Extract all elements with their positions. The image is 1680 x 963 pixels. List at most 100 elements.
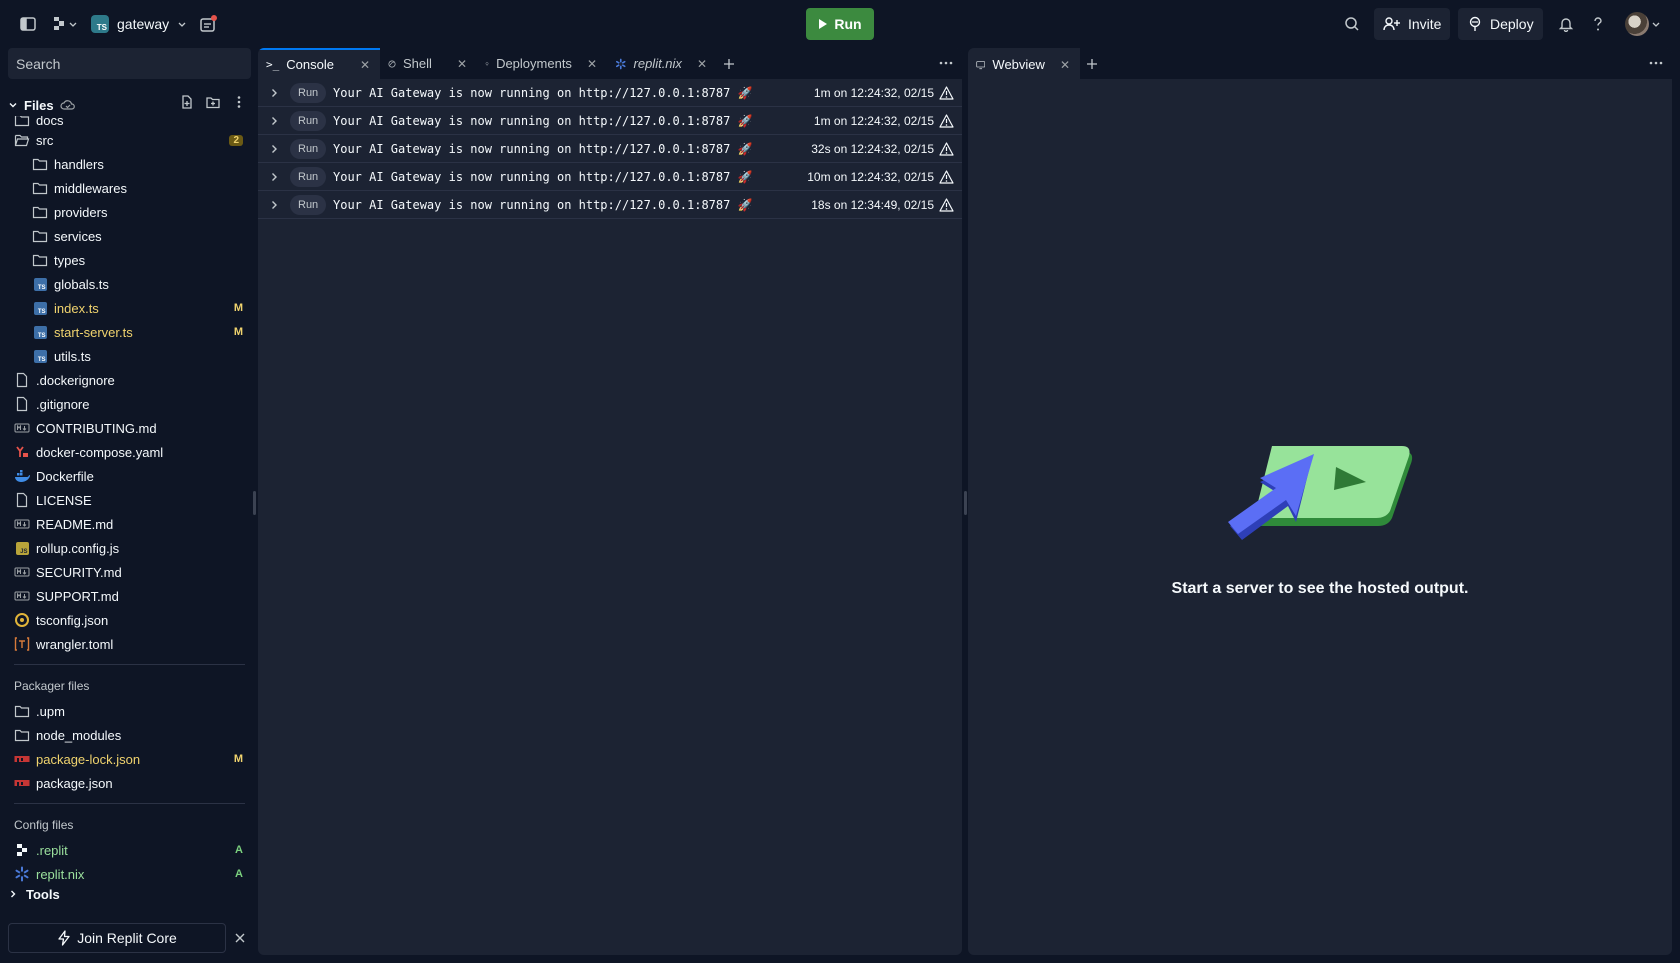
folder-row[interactable]: providers xyxy=(8,200,251,224)
file-row[interactable]: .gitignore xyxy=(8,392,251,416)
add-tab-button[interactable] xyxy=(1080,48,1104,79)
file-row[interactable]: package.json xyxy=(8,771,251,795)
chevron-down-icon[interactable] xyxy=(1650,12,1662,36)
new-file-icon[interactable] xyxy=(179,94,195,110)
folder-row[interactable]: .upm xyxy=(8,699,251,723)
warning-icon[interactable] xyxy=(939,86,954,100)
log-row[interactable]: Run Your AI Gateway is now running on htt… xyxy=(258,163,962,191)
folder-row[interactable]: handlers xyxy=(8,152,251,176)
deploy-button[interactable]: Deploy xyxy=(1458,8,1543,40)
more-options-icon[interactable] xyxy=(1648,55,1664,71)
pane-resize-handle[interactable] xyxy=(964,491,967,515)
close-tab-icon[interactable]: ✕ xyxy=(360,58,370,72)
log-row[interactable]: Run Your AI Gateway is now running on htt… xyxy=(258,135,962,163)
help-icon[interactable] xyxy=(1586,12,1610,36)
sidebar-toggle-icon[interactable] xyxy=(16,12,40,36)
file-row[interactable]: LICENSE xyxy=(8,488,251,512)
tools-section-header[interactable]: Tools xyxy=(8,882,251,906)
search-input[interactable]: Search xyxy=(8,48,251,79)
search-icon[interactable] xyxy=(1340,12,1364,36)
bell-icon[interactable] xyxy=(1554,12,1578,36)
file-row[interactable]: TS start-server.ts M xyxy=(8,320,251,344)
file-row[interactable]: TS index.ts M xyxy=(8,296,251,320)
file-row[interactable]: README.md xyxy=(8,512,251,536)
folder-row[interactable]: src 2 xyxy=(8,128,251,152)
webview-tab-bar: Webview ✕ xyxy=(968,48,1672,79)
folder-row[interactable]: types xyxy=(8,248,251,272)
close-tab-icon[interactable]: ✕ xyxy=(587,57,597,71)
file-row[interactable]: SUPPORT.md xyxy=(8,584,251,608)
run-tag: Run xyxy=(290,195,327,215)
file-icon xyxy=(14,396,30,412)
git-status-badge: M xyxy=(233,753,243,765)
tab-deployments[interactable]: Deployments ✕ xyxy=(477,48,607,79)
warning-icon[interactable] xyxy=(939,170,954,184)
log-row[interactable]: Run Your AI Gateway is now running on htt… xyxy=(258,191,962,219)
file-row[interactable]: Dockerfile xyxy=(8,464,251,488)
file-name: start-server.ts xyxy=(54,324,133,340)
tab-console[interactable]: >_ Console ✕ xyxy=(258,48,380,79)
folder-row[interactable]: node_modules xyxy=(8,723,251,747)
chevron-right-icon[interactable] xyxy=(268,171,280,183)
close-tab-icon[interactable]: ✕ xyxy=(697,57,707,71)
log-row[interactable]: Run Your AI Gateway is now running on htt… xyxy=(258,107,962,135)
folder-name: middlewares xyxy=(54,180,127,196)
file-row[interactable]: CONTRIBUTING.md xyxy=(8,416,251,440)
history-icon[interactable] xyxy=(196,12,220,36)
log-timestamp: 18s on 12:34:49, 02/15 xyxy=(811,198,934,212)
webview-empty-message: Start a server to see the hosted output. xyxy=(1171,580,1469,597)
file-row[interactable]: wrangler.toml xyxy=(8,632,251,656)
file-row[interactable]: package-lock.json M xyxy=(8,747,251,771)
warning-icon[interactable] xyxy=(939,142,954,156)
warning-icon[interactable] xyxy=(939,114,954,128)
avatar[interactable] xyxy=(1625,12,1649,36)
kebab-menu-icon[interactable] xyxy=(231,94,247,110)
sidebar-resize-handle[interactable] xyxy=(253,491,256,515)
log-row[interactable]: Run Your AI Gateway is now running on htt… xyxy=(258,79,962,107)
file-name: README.md xyxy=(36,516,114,532)
tab-replit-nix[interactable]: replit.nix ✕ xyxy=(607,48,717,79)
tab-label: Webview xyxy=(992,57,1045,72)
add-tab-button[interactable] xyxy=(717,48,741,79)
chevron-right-icon xyxy=(11,890,16,898)
new-folder-icon[interactable] xyxy=(205,94,221,110)
file-row[interactable]: tsconfig.json xyxy=(8,608,251,632)
file-row[interactable]: TS globals.ts xyxy=(8,272,251,296)
run-button[interactable]: Run xyxy=(806,8,874,40)
join-replit-core-button[interactable]: Join Replit Core xyxy=(8,923,226,953)
folder-name: services xyxy=(54,228,102,244)
webview-pane: Webview ✕ Start a server to see the host… xyxy=(968,48,1672,955)
chevron-right-icon[interactable] xyxy=(268,87,280,99)
folder-row[interactable]: docs xyxy=(8,116,251,128)
git-status-badge: A xyxy=(235,844,243,856)
folder-name: types xyxy=(54,252,86,268)
tab-shell[interactable]: Shell ✕ xyxy=(380,48,477,79)
files-section-header[interactable]: Files xyxy=(8,94,251,116)
git-status-badge: 2 xyxy=(229,134,243,146)
more-options-icon[interactable] xyxy=(938,55,954,71)
replit-logo-icon[interactable] xyxy=(50,12,80,36)
file-row[interactable]: .replit A xyxy=(8,838,251,862)
repl-name-dropdown[interactable]: TS gateway xyxy=(91,12,187,36)
close-icon[interactable] xyxy=(232,930,248,946)
chevron-right-icon[interactable] xyxy=(268,115,280,127)
tab-webview[interactable]: Webview ✕ xyxy=(968,48,1080,79)
file-row[interactable]: SECURITY.md xyxy=(8,560,251,584)
folder-row[interactable]: services xyxy=(8,224,251,248)
join-label: Join Replit Core xyxy=(77,930,177,946)
close-tab-icon[interactable]: ✕ xyxy=(457,57,467,71)
folder-icon xyxy=(14,116,30,128)
chevron-right-icon[interactable] xyxy=(268,143,280,155)
js-icon: JS xyxy=(14,540,30,556)
log-timestamp: 1m on 12:24:32, 02/15 xyxy=(813,114,934,128)
file-row[interactable]: docker-compose.yaml xyxy=(8,440,251,464)
warning-icon[interactable] xyxy=(939,198,954,212)
file-row[interactable]: .dockerignore xyxy=(8,368,251,392)
close-tab-icon[interactable]: ✕ xyxy=(1060,58,1070,72)
chevron-right-icon[interactable] xyxy=(268,199,280,211)
folder-row[interactable]: middlewares xyxy=(8,176,251,200)
npm-icon xyxy=(14,751,30,767)
file-row[interactable]: JS rollup.config.js xyxy=(8,536,251,560)
invite-button[interactable]: Invite xyxy=(1374,8,1451,40)
file-row[interactable]: TS utils.ts xyxy=(8,344,251,368)
